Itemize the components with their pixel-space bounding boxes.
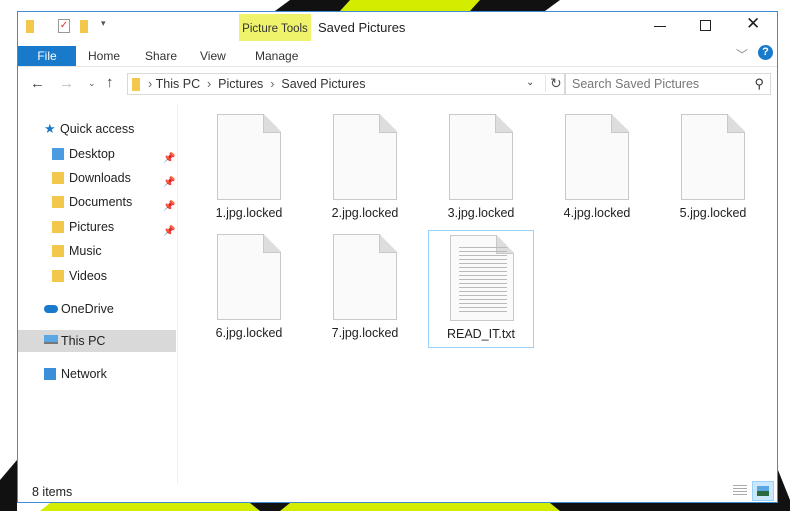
tab-share[interactable]: Share bbox=[145, 46, 177, 66]
music-folder-icon bbox=[52, 245, 64, 257]
tab-view[interactable]: View bbox=[200, 46, 226, 66]
file-name: 3.jpg.locked bbox=[447, 206, 515, 220]
pin-icon[interactable]: 📌 bbox=[163, 196, 175, 218]
address-bar[interactable]: › This PC › Pictures › Saved Pictures ⌄ … bbox=[127, 73, 565, 95]
customize-toolbar-icon[interactable]: ▾ bbox=[101, 18, 106, 29]
file-item[interactable]: 6.jpg.locked bbox=[196, 230, 302, 348]
documents-folder-icon bbox=[52, 196, 64, 208]
search-icon: ⚲ bbox=[754, 76, 764, 91]
computer-icon bbox=[44, 335, 58, 344]
file-name: 7.jpg.locked bbox=[331, 326, 399, 340]
explorer-window: ✓ ▾ Picture Tools Saved Pictures ✕ File … bbox=[17, 11, 778, 503]
page-fold bbox=[379, 234, 397, 253]
status-item-count: 8 items bbox=[32, 485, 73, 499]
sidebar-item-documents[interactable]: Documents 📌 bbox=[18, 191, 176, 213]
minimize-button[interactable] bbox=[654, 26, 666, 27]
up-button[interactable]: ↑ bbox=[106, 74, 114, 91]
videos-folder-icon bbox=[52, 270, 64, 282]
page-fold bbox=[263, 234, 281, 253]
folder-icon bbox=[52, 148, 64, 160]
file-name: 5.jpg.locked bbox=[679, 206, 747, 220]
maximize-button[interactable] bbox=[700, 20, 711, 31]
ribbon-divider bbox=[18, 66, 777, 67]
back-button[interactable]: ← bbox=[30, 75, 45, 92]
recent-locations-button[interactable]: ⌄ bbox=[88, 78, 96, 89]
search-input[interactable]: Search Saved Pictures ⚲ bbox=[565, 73, 771, 95]
file-item[interactable]: 2.jpg.locked bbox=[312, 110, 418, 228]
file-item[interactable]: 1.jpg.locked bbox=[196, 110, 302, 228]
tab-manage[interactable]: Manage bbox=[255, 46, 298, 66]
file-name: 6.jpg.locked bbox=[215, 326, 283, 340]
details-view-button[interactable] bbox=[733, 485, 747, 497]
window-title: Saved Pictures bbox=[318, 20, 406, 35]
network-icon bbox=[44, 368, 56, 380]
download-folder-icon bbox=[52, 172, 64, 184]
pictures-folder-icon bbox=[52, 221, 64, 233]
page-fold bbox=[379, 114, 397, 133]
large-icons-view-button[interactable] bbox=[752, 481, 774, 501]
folder-icon bbox=[132, 78, 140, 91]
close-button[interactable]: ✕ bbox=[746, 14, 760, 34]
breadcrumb-pictures[interactable]: Pictures bbox=[218, 77, 263, 91]
address-dropdown-icon[interactable]: ⌄ bbox=[526, 77, 534, 88]
new-folder-icon[interactable] bbox=[80, 20, 88, 33]
text-lines bbox=[459, 247, 507, 313]
file-name: READ_IT.txt bbox=[446, 327, 516, 341]
sidebar-item-downloads[interactable]: Downloads 📌 bbox=[18, 167, 176, 189]
file-item[interactable]: 4.jpg.locked bbox=[544, 110, 650, 228]
file-name: 2.jpg.locked bbox=[331, 206, 399, 220]
page-fold bbox=[611, 114, 629, 133]
sidebar: ★ Quick access Desktop 📌 Downloads 📌 Docume… bbox=[18, 104, 178, 484]
breadcrumb-this-pc[interactable]: This PC bbox=[156, 77, 200, 91]
file-item[interactable]: 5.jpg.locked bbox=[660, 110, 766, 228]
page-fold bbox=[727, 114, 745, 133]
sidebar-item-network[interactable]: Network bbox=[18, 363, 176, 385]
properties-icon[interactable]: ✓ bbox=[58, 19, 70, 33]
sidebar-item-pictures[interactable]: Pictures 📌 bbox=[18, 216, 176, 238]
expand-ribbon-icon[interactable]: ﹀ bbox=[736, 46, 748, 63]
sidebar-item-desktop[interactable]: Desktop 📌 bbox=[18, 143, 176, 165]
sidebar-item-this-pc[interactable]: This PC bbox=[18, 330, 176, 352]
page-fold bbox=[495, 114, 513, 133]
picture-tools-label: Picture Tools bbox=[239, 14, 311, 41]
folder-icon bbox=[26, 20, 34, 33]
sidebar-item-music[interactable]: Music bbox=[18, 240, 176, 262]
file-name: 1.jpg.locked bbox=[215, 206, 283, 220]
forward-button[interactable]: → bbox=[59, 75, 74, 92]
cloud-icon bbox=[44, 305, 58, 313]
star-icon: ★ bbox=[44, 121, 56, 136]
file-item[interactable]: READ_IT.txt bbox=[428, 230, 534, 348]
refresh-button[interactable]: ↻ bbox=[545, 75, 562, 92]
page-fold bbox=[263, 114, 281, 133]
breadcrumb-saved-pictures[interactable]: Saved Pictures bbox=[281, 77, 365, 91]
breadcrumb: › This PC › Pictures › Saved Pictures bbox=[148, 77, 366, 91]
file-name: 4.jpg.locked bbox=[563, 206, 631, 220]
tab-file[interactable]: File bbox=[18, 46, 76, 66]
sidebar-item-videos[interactable]: Videos bbox=[18, 265, 176, 287]
tab-home[interactable]: Home bbox=[88, 46, 120, 66]
file-item[interactable]: 7.jpg.locked bbox=[312, 230, 418, 348]
sidebar-item-onedrive[interactable]: OneDrive bbox=[18, 298, 176, 320]
sidebar-item-quick-access[interactable]: ★ Quick access bbox=[18, 118, 176, 140]
help-icon[interactable]: ? bbox=[758, 45, 773, 60]
file-item[interactable]: 3.jpg.locked bbox=[428, 110, 534, 228]
